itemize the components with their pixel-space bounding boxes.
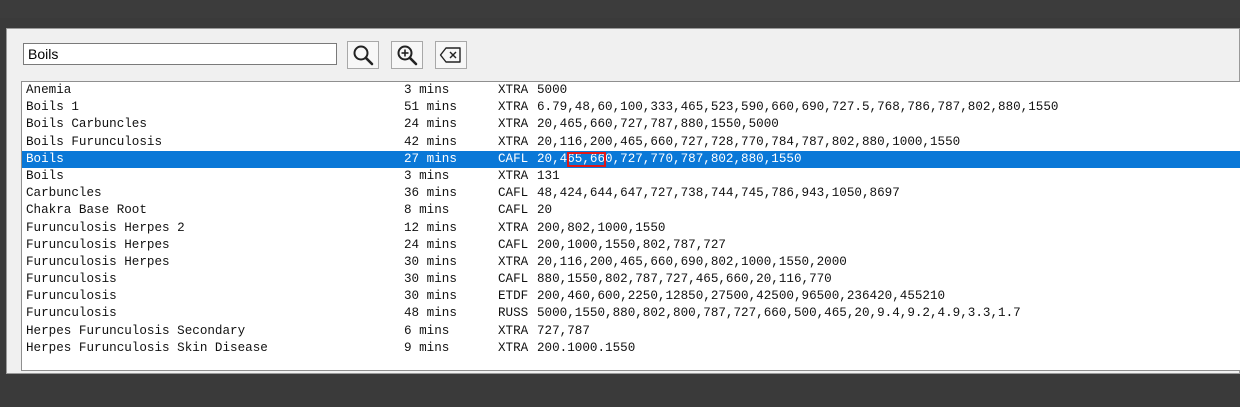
program-code: XTRA — [498, 83, 529, 97]
program-frequencies: 5000 — [537, 83, 568, 97]
program-frequencies: 200,1000,1550,802,787,727 — [537, 237, 726, 252]
program-name: Boils Carbuncles — [26, 117, 147, 132]
list-item[interactable]: Furunculosis 48 mins RUSS 5000,1550,880,802… — [22, 305, 1240, 322]
program-frequencies: 880,1550,802,787,727,465,660,20,116,770 — [537, 272, 832, 287]
program-code: CAFL — [498, 237, 529, 252]
list-item-selected[interactable]: Boils 27 mins CAFL 20,465,660,727,770,787,8… — [22, 150, 1240, 168]
program-duration: 12 mins — [404, 220, 457, 235]
list-item[interactable]: Boils Carbuncles 24 mins XTRA 20,465,660,72… — [22, 116, 1240, 133]
program-name: Chakra Base Root — [26, 203, 147, 218]
search-panel: Anemia 3 mins XTRA 5000 Boils 1 51 mins XTRA 6.… — [6, 28, 1240, 374]
list-item[interactable]: Chakra Base Root 8 mins CAFL 20 — [22, 202, 1240, 219]
program-code: XTRA — [498, 134, 529, 149]
program-frequencies: 20 — [537, 203, 553, 218]
program-duration: 3 mins — [404, 83, 450, 97]
program-name: Boils — [26, 168, 64, 183]
program-code: XTRA — [498, 168, 529, 183]
program-name: Anemia — [26, 83, 72, 97]
program-duration: 30 mins — [404, 289, 457, 304]
list-item[interactable]: Boils 1 51 mins XTRA 6.79,48,60,100,333,465… — [22, 99, 1240, 116]
program-name: Carbuncles — [26, 186, 102, 201]
list-item[interactable]: Boils Furunculosis 42 mins XTRA 20,116,200,… — [22, 134, 1240, 151]
search-input[interactable] — [23, 43, 337, 65]
program-name: Furunculosis Herpes 2 — [26, 220, 185, 235]
program-name: Boils Furunculosis — [26, 134, 163, 149]
program-duration: 6 mins — [404, 323, 450, 338]
program-frequencies: 6.79,48,60,100,333,465,523,590,660,690,7… — [537, 100, 1059, 115]
clear-button[interactable] — [435, 41, 467, 69]
program-duration: 30 mins — [404, 272, 457, 287]
list-item[interactable]: Boils 3 mins XTRA 131 — [22, 168, 1240, 185]
program-name: Furunculosis — [26, 289, 117, 304]
program-frequencies: 48,424,644,647,727,738,744,745,786,943,1… — [537, 186, 900, 201]
program-duration: 48 mins — [404, 306, 457, 321]
program-duration: 51 mins — [404, 100, 457, 115]
program-duration: 9 mins — [404, 340, 450, 355]
program-name: Furunculosis Herpes — [26, 254, 170, 269]
program-frequencies: 5000,1550,880,802,800,787,727,660,500,46… — [537, 306, 1021, 321]
program-name: Boils 1 — [26, 100, 79, 115]
list-item[interactable]: Furunculosis Herpes 30 mins XTRA 20,116,200… — [22, 254, 1240, 271]
program-duration: 36 mins — [404, 186, 457, 201]
search-button[interactable] — [347, 41, 379, 69]
program-name: Herpes Furunculosis Secondary — [26, 323, 246, 338]
background-window-strip — [0, 0, 1240, 18]
program-name: Furunculosis Herpes — [26, 237, 170, 252]
program-frequencies: 20,116,200,465,660,727,728,770,784,787,8… — [537, 134, 961, 149]
zoom-in-button[interactable] — [391, 41, 423, 69]
program-name: Herpes Furunculosis Skin Disease — [26, 340, 268, 355]
program-code: XTRA — [498, 220, 529, 235]
program-duration: 3 mins — [404, 168, 450, 183]
list-item[interactable]: Carbuncles 36 mins CAFL 48,424,644,647,727,… — [22, 185, 1240, 202]
program-code: CAFL — [498, 203, 529, 218]
list-item[interactable]: Furunculosis Herpes 24 mins CAFL 200,1000,1… — [22, 237, 1240, 254]
program-name: Furunculosis — [26, 306, 117, 321]
program-code: XTRA — [498, 340, 529, 355]
program-frequencies: 200,460,600,2250,12850,27500,42500,96500… — [537, 289, 946, 304]
program-name: Boils — [26, 151, 64, 166]
program-frequencies: 727,787 — [537, 323, 590, 338]
list-item[interactable]: Herpes Furunculosis Skin Disease 9 mins XT… — [22, 340, 1240, 357]
program-duration: 24 mins — [404, 237, 457, 252]
program-name: Furunculosis — [26, 272, 117, 287]
program-code: XTRA — [498, 100, 529, 115]
program-frequencies: 20,465,660,727,787,880,1550,5000 — [537, 117, 779, 132]
zoom-in-icon — [396, 44, 418, 66]
program-code: CAFL — [498, 272, 529, 287]
clear-icon — [439, 46, 463, 64]
program-duration: 8 mins — [404, 203, 450, 218]
program-frequencies: 131 — [537, 168, 560, 183]
list-item[interactable]: Herpes Furunculosis Secondary 6 mins XTRA 7… — [22, 323, 1240, 340]
program-code: XTRA — [498, 254, 529, 269]
program-duration: 42 mins — [404, 134, 457, 149]
search-icon — [352, 44, 374, 66]
list-item[interactable]: Furunculosis 30 mins CAFL 880,1550,802,787,… — [22, 271, 1240, 288]
list-item[interactable]: Anemia 3 mins XTRA 5000 — [22, 82, 1240, 99]
program-duration: 30 mins — [404, 254, 457, 269]
program-code: CAFL — [498, 186, 529, 201]
list-item[interactable]: Furunculosis 30 mins ETDF 200,460,600,2250,… — [22, 288, 1240, 305]
program-frequencies: 20,465,660,727,770,787,802,880,1550 — [537, 151, 802, 166]
program-code: XTRA — [498, 117, 529, 132]
program-duration: 27 mins — [404, 151, 457, 166]
program-code: CAFL — [498, 151, 529, 166]
list-item[interactable]: Furunculosis Herpes 2 12 mins XTRA 200,802,… — [22, 220, 1240, 237]
program-frequencies: 200,802,1000,1550 — [537, 220, 666, 235]
program-duration: 24 mins — [404, 117, 457, 132]
program-frequencies: 200.1000.1550 — [537, 340, 636, 355]
program-code: ETDF — [498, 289, 529, 304]
results-list[interactable]: Anemia 3 mins XTRA 5000 Boils 1 51 mins XTRA 6.… — [21, 81, 1240, 371]
program-frequencies: 20,116,200,465,660,690,802,1000,1550,200… — [537, 254, 847, 269]
program-code: RUSS — [498, 306, 529, 321]
program-code: XTRA — [498, 323, 529, 338]
